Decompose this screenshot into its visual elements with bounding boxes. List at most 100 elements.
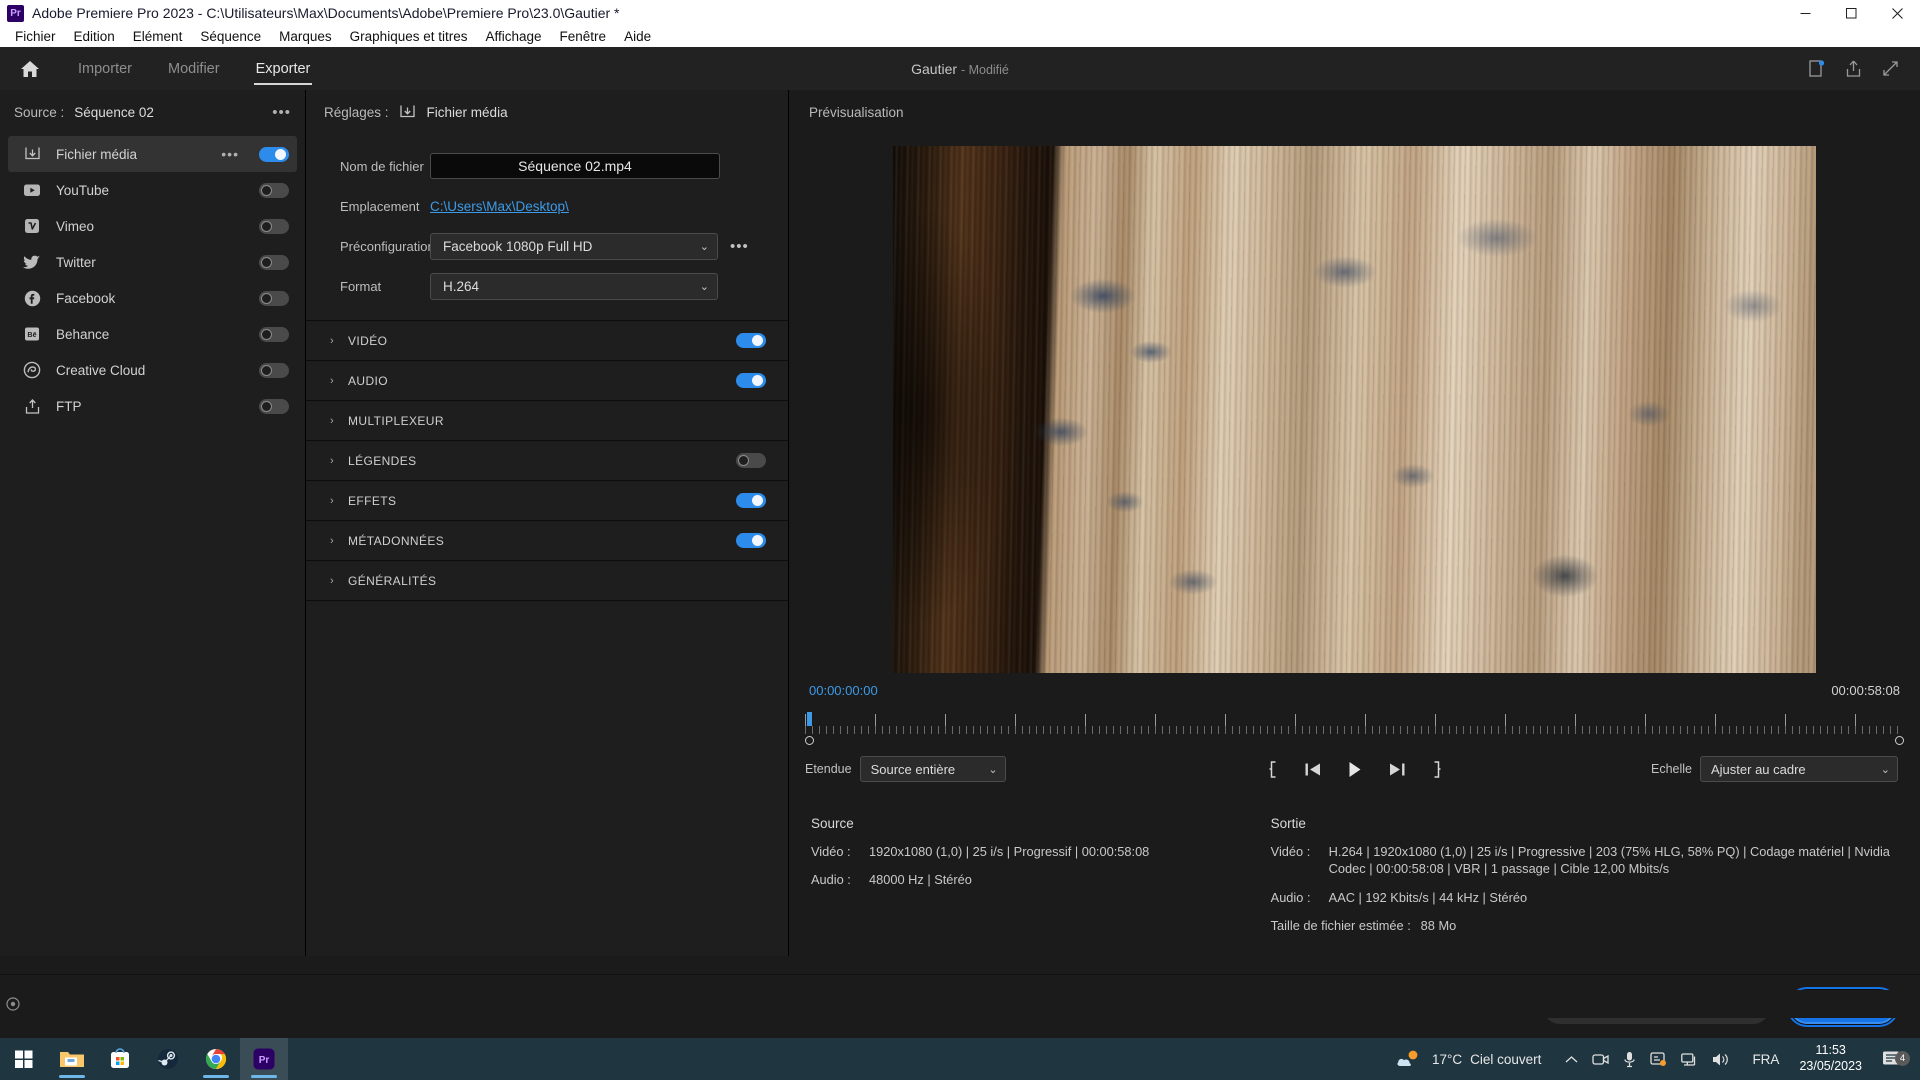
file-explorer-button[interactable]: [48, 1038, 96, 1080]
menu-aide[interactable]: Aide: [615, 26, 660, 47]
menu-fichier[interactable]: Fichier: [6, 26, 65, 47]
timeline-minor-ticks: [805, 720, 1904, 734]
project-name: Gautier: [911, 60, 958, 77]
sidebar-item-facebook[interactable]: Facebook: [8, 280, 297, 316]
format-select[interactable]: H.264 ⌄: [430, 272, 718, 300]
playhead-handle[interactable]: [807, 712, 812, 726]
facebook-icon: [22, 288, 42, 308]
notification-center-button[interactable]: 4: [1872, 1050, 1912, 1068]
close-button[interactable]: [1874, 0, 1920, 26]
out-point-handle[interactable]: [1895, 736, 1904, 745]
destination-toggle[interactable]: [259, 398, 289, 414]
step-back-icon[interactable]: [1304, 762, 1321, 777]
step-forward-icon[interactable]: [1388, 762, 1405, 777]
section-generalites[interactable]: › GÉNÉRALITÉS: [306, 561, 788, 601]
set-out-point-icon[interactable]: [1431, 760, 1441, 778]
main-area: Source : Séquence 02 ••• Fichier média •…: [0, 90, 1920, 1020]
in-point-handle[interactable]: [805, 736, 814, 745]
section-multiplexeur[interactable]: › MULTIPLEXEUR: [306, 401, 788, 441]
sidebar-item-youtube[interactable]: YouTube: [8, 172, 297, 208]
format-row: Format H.264 ⌄: [306, 266, 788, 306]
microsoft-store-button[interactable]: [96, 1038, 144, 1080]
destination-toggle[interactable]: [259, 146, 289, 162]
weather-description: Ciel couvert: [1470, 1051, 1542, 1067]
windows-taskbar: Pr 17°C Ciel couvert FRA 11:53 23/05/202…: [0, 1038, 1920, 1080]
section-effets[interactable]: › EFFETS: [306, 481, 788, 521]
menu-graphiques-et-titres[interactable]: Graphiques et titres: [341, 26, 477, 47]
section-legendes[interactable]: › LÉGENDES: [306, 441, 788, 481]
network-icon[interactable]: [1681, 1052, 1698, 1067]
window-title: Adobe Premiere Pro 2023 - C:\Utilisateur…: [32, 5, 620, 21]
source-info-title: Source: [811, 816, 854, 831]
menu-element[interactable]: Elément: [124, 26, 192, 47]
set-in-point-icon[interactable]: [1268, 760, 1278, 778]
source-more-icon[interactable]: •••: [272, 104, 291, 121]
location-link[interactable]: C:\Users\Max\Desktop\: [430, 199, 569, 214]
section-audio[interactable]: › AUDIO: [306, 361, 788, 401]
sidebar-item-twitter[interactable]: Twitter: [8, 244, 297, 280]
chevron-right-icon: ›: [330, 414, 334, 427]
home-icon[interactable]: [0, 59, 60, 79]
menu-sequence[interactable]: Séquence: [191, 26, 270, 47]
current-timecode[interactable]: 00:00:00:00: [809, 683, 878, 698]
progress-icon[interactable]: [1809, 60, 1824, 77]
start-button[interactable]: [0, 1038, 48, 1080]
section-label: LÉGENDES: [348, 453, 417, 468]
tab-importer[interactable]: Importer: [60, 47, 150, 90]
section-metadonnees[interactable]: › MÉTADONNÉES: [306, 521, 788, 561]
chevron-up-icon[interactable]: [1565, 1055, 1578, 1064]
play-icon[interactable]: [1347, 761, 1362, 778]
section-video[interactable]: › VIDÉO: [306, 321, 788, 361]
preview-label: Prévisualisation: [809, 104, 904, 120]
steam-button[interactable]: [144, 1038, 192, 1080]
range-select[interactable]: Source entière ⌄: [859, 756, 1006, 782]
window-title-bar: Pr Adobe Premiere Pro 2023 - C:\Utilisat…: [0, 0, 1920, 26]
premiere-pro-button[interactable]: Pr: [240, 1038, 288, 1080]
google-chrome-button[interactable]: [192, 1038, 240, 1080]
screenshot-icon[interactable]: [1650, 1051, 1667, 1067]
source-value[interactable]: Séquence 02: [74, 105, 154, 120]
destination-toggle[interactable]: [259, 362, 289, 378]
weather-widget[interactable]: 17°C Ciel couvert: [1384, 1049, 1553, 1069]
sidebar-item-ftp[interactable]: FTP: [8, 388, 297, 424]
destination-toggle[interactable]: [259, 254, 289, 270]
sidebar-item-fichier-media[interactable]: Fichier média •••: [8, 136, 297, 172]
destination-toggle[interactable]: [259, 218, 289, 234]
output-video-label: Vidéo :: [1270, 844, 1311, 859]
menu-edition[interactable]: Edition: [65, 26, 124, 47]
section-toggle[interactable]: [736, 533, 766, 548]
preset-select[interactable]: Facebook 1080p Full HD ⌄: [430, 232, 718, 260]
preset-more-icon[interactable]: •••: [730, 238, 749, 255]
video-preview[interactable]: [893, 146, 1816, 673]
share-icon[interactable]: [1846, 60, 1861, 77]
sidebar-item-behance[interactable]: Bē Behance: [8, 316, 297, 352]
menu-marques[interactable]: Marques: [270, 26, 341, 47]
scale-select[interactable]: Ajuster au cadre ⌄: [1700, 756, 1898, 782]
microphone-icon[interactable]: [1623, 1051, 1636, 1068]
duration-timecode[interactable]: 00:00:58:08: [1831, 683, 1900, 698]
filename-input[interactable]: [430, 153, 720, 179]
section-toggle[interactable]: [736, 453, 766, 468]
sidebar-item-vimeo[interactable]: Vimeo: [8, 208, 297, 244]
sidebar-item-creative-cloud[interactable]: Creative Cloud: [8, 352, 297, 388]
minimize-button[interactable]: [1782, 0, 1828, 26]
section-toggle[interactable]: [736, 333, 766, 348]
menu-fenetre[interactable]: Fenêtre: [551, 26, 616, 47]
section-toggle[interactable]: [736, 493, 766, 508]
menu-affichage[interactable]: Affichage: [476, 26, 550, 47]
destination-toggle[interactable]: [259, 326, 289, 342]
maximize-button[interactable]: [1828, 0, 1874, 26]
section-toggle[interactable]: [736, 373, 766, 388]
camera-icon[interactable]: [1592, 1052, 1610, 1067]
fullscreen-icon[interactable]: [1883, 61, 1898, 76]
tab-modifier[interactable]: Modifier: [150, 47, 238, 90]
destination-toggle[interactable]: [259, 290, 289, 306]
language-indicator[interactable]: FRA: [1742, 1052, 1789, 1067]
scrubber[interactable]: [805, 706, 1904, 748]
item-more-icon[interactable]: •••: [221, 146, 239, 162]
in-out-range-bar[interactable]: [805, 736, 1904, 748]
tab-exporter[interactable]: Exporter: [238, 47, 329, 90]
volume-icon[interactable]: [1712, 1052, 1730, 1067]
clock[interactable]: 11:53 23/05/2023: [1789, 1043, 1872, 1074]
destination-toggle[interactable]: [259, 182, 289, 198]
